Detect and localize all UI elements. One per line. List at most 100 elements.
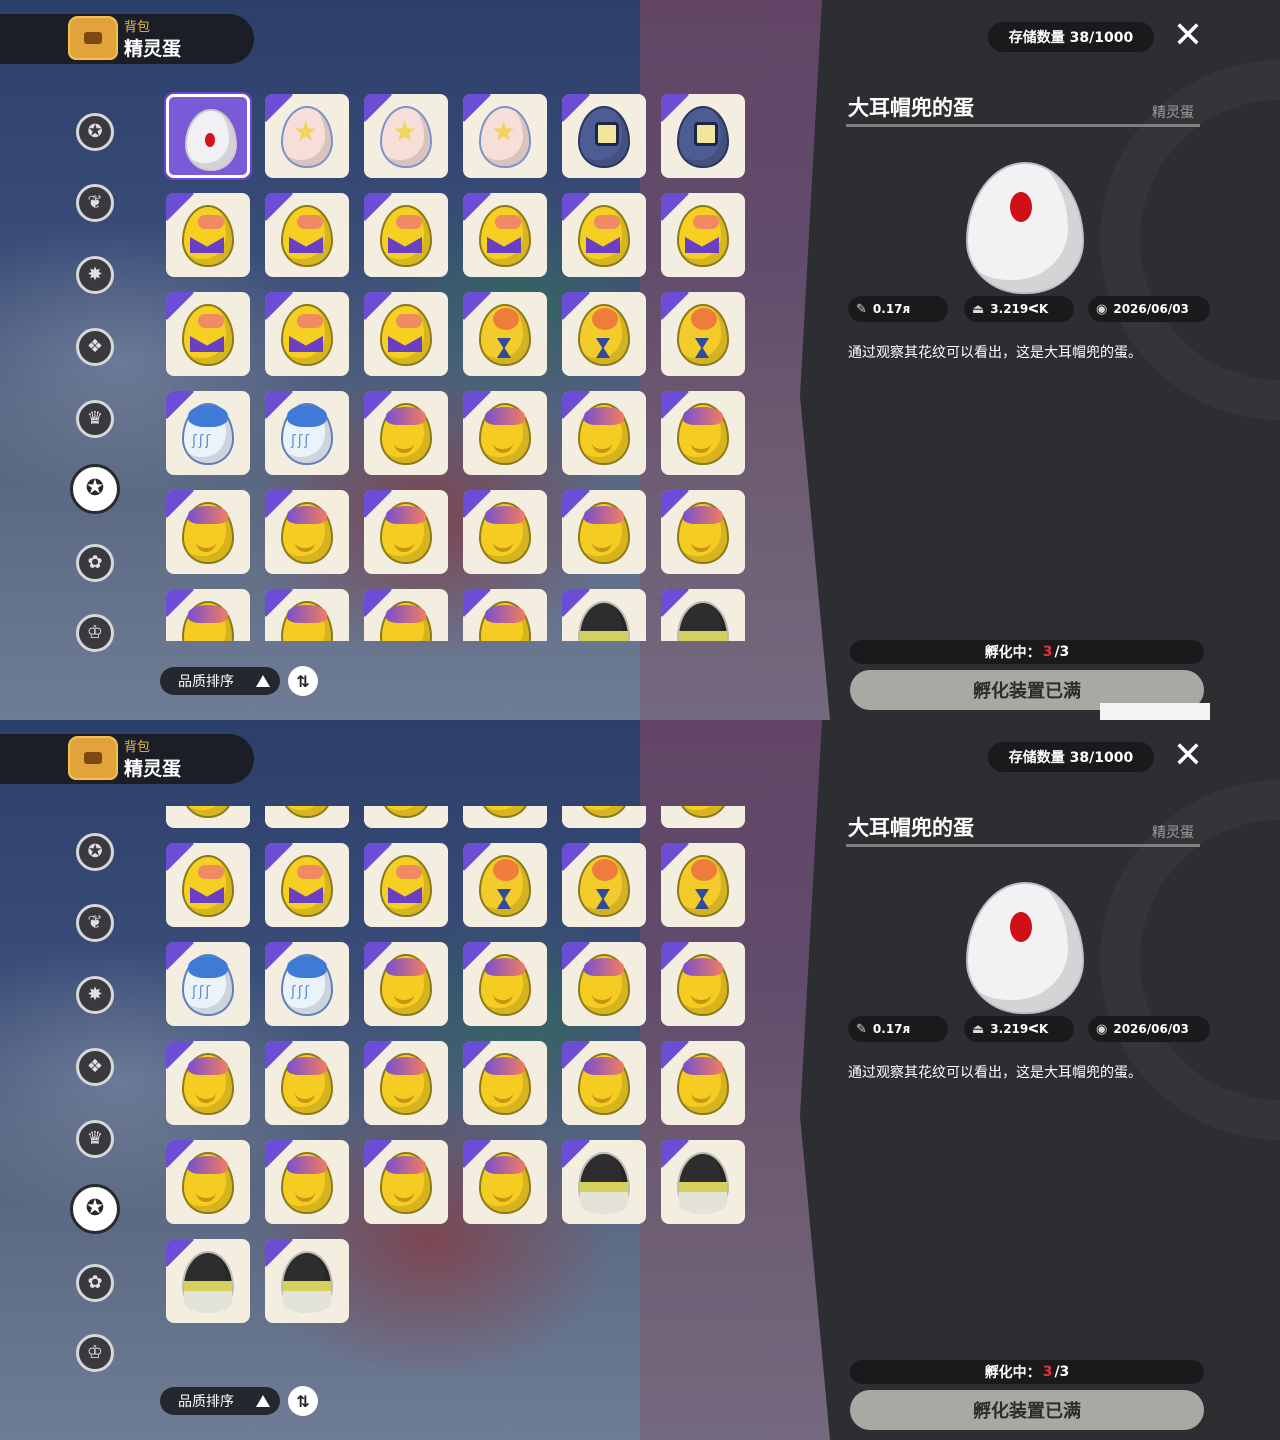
egg-slot[interactable] — [265, 942, 349, 1026]
weight-stat: ⏏ 3.219ᐸK — [964, 296, 1074, 322]
egg-slot[interactable] — [463, 391, 547, 475]
category-star-badge-icon[interactable]: ✪ — [76, 833, 114, 871]
category-outfit-icon[interactable]: ♔ — [76, 1334, 114, 1372]
egg-slot[interactable] — [562, 193, 646, 277]
egg-slot[interactable] — [661, 292, 745, 376]
sort-quality-button[interactable]: 品质排序 — [160, 667, 280, 695]
egg-slot[interactable] — [661, 1140, 745, 1224]
egg-slot[interactable] — [364, 589, 448, 641]
egg-slot[interactable] — [166, 942, 250, 1026]
egg-slot[interactable] — [364, 391, 448, 475]
egg-slot[interactable] — [265, 1239, 349, 1323]
orange-egg-icon — [380, 954, 432, 1016]
egg-slot[interactable] — [166, 806, 250, 828]
egg-slot[interactable] — [265, 1041, 349, 1125]
egg-slot[interactable] — [562, 843, 646, 927]
egg-slot[interactable] — [661, 94, 745, 178]
egg-slot[interactable] — [562, 94, 646, 178]
egg-slot[interactable] — [661, 843, 745, 927]
sort-order-toggle-icon[interactable]: ⇅ — [288, 666, 318, 696]
egg-slot[interactable] — [463, 292, 547, 376]
egg-slot[interactable] — [562, 589, 646, 641]
egg-slot[interactable] — [463, 1041, 547, 1125]
egg-slot[interactable] — [661, 589, 745, 641]
category-leaf-icon[interactable]: ❦ — [76, 184, 114, 222]
egg-slot[interactable] — [265, 292, 349, 376]
egg-slot[interactable] — [661, 490, 745, 574]
egg-slot[interactable] — [562, 942, 646, 1026]
egg-slot[interactable] — [364, 806, 448, 828]
egg-slot[interactable] — [364, 490, 448, 574]
egg-slot[interactable] — [166, 1041, 250, 1125]
egg-slot[interactable] — [265, 843, 349, 927]
egg-slot[interactable] — [463, 94, 547, 178]
sort-order-toggle-icon[interactable]: ⇅ — [288, 1386, 318, 1416]
egg-slot[interactable] — [364, 292, 448, 376]
category-map-scroll-icon[interactable]: ♛ — [76, 1120, 114, 1158]
category-sparkle-icon[interactable]: ✸ — [76, 976, 114, 1014]
egg-slot[interactable] — [265, 193, 349, 277]
purple-egg-icon — [182, 205, 234, 267]
egg-slot[interactable] — [364, 94, 448, 178]
egg-slot[interactable] — [364, 1140, 448, 1224]
egg-slot[interactable] — [562, 806, 646, 828]
egg-slot[interactable] — [364, 942, 448, 1026]
orange-egg-icon — [380, 1152, 432, 1214]
egg-slot[interactable] — [463, 193, 547, 277]
orange-egg-icon — [677, 403, 729, 465]
egg-slot[interactable] — [166, 193, 250, 277]
category-acorn-icon[interactable]: ✿ — [76, 544, 114, 582]
egg-slot[interactable] — [463, 942, 547, 1026]
egg-slot[interactable] — [562, 1041, 646, 1125]
sort-quality-button[interactable]: 品质排序 — [160, 1387, 280, 1415]
egg-slot[interactable] — [166, 589, 250, 641]
category-star-badge-icon[interactable]: ✪ — [76, 113, 114, 151]
egg-slot[interactable] — [661, 391, 745, 475]
purple-egg-icon — [281, 205, 333, 267]
category-map-scroll-icon[interactable]: ♛ — [76, 400, 114, 438]
egg-slot[interactable] — [166, 490, 250, 574]
navy-egg-icon — [578, 106, 630, 168]
egg-slot[interactable] — [661, 1041, 745, 1125]
close-icon[interactable]: ✕ — [1168, 736, 1208, 776]
egg-slot[interactable] — [265, 391, 349, 475]
egg-slot[interactable] — [166, 94, 250, 178]
close-icon[interactable]: ✕ — [1168, 16, 1208, 56]
egg-slot[interactable] — [562, 292, 646, 376]
egg-slot[interactable] — [166, 292, 250, 376]
category-outfit-icon[interactable]: ♔ — [76, 614, 114, 652]
category-sparkle-icon[interactable]: ✸ — [76, 256, 114, 294]
category-egg-icon[interactable]: ✪ — [70, 464, 120, 514]
egg-slot[interactable] — [661, 942, 745, 1026]
egg-slot[interactable] — [265, 589, 349, 641]
egg-slot[interactable] — [463, 490, 547, 574]
egg-slot[interactable] — [265, 490, 349, 574]
category-egg-icon[interactable]: ✪ — [70, 1184, 120, 1234]
egg-slot[interactable] — [166, 843, 250, 927]
egg-slot[interactable] — [463, 1140, 547, 1224]
egg-slot[interactable] — [661, 806, 745, 828]
egg-slot[interactable] — [661, 193, 745, 277]
egg-slot[interactable] — [166, 1140, 250, 1224]
egg-slot[interactable] — [463, 806, 547, 828]
category-cards-icon[interactable]: ❖ — [76, 328, 114, 366]
egg-slot[interactable] — [364, 843, 448, 927]
egg-slot[interactable] — [463, 589, 547, 641]
incubator-full-button[interactable]: 孵化装置已满 — [850, 1390, 1204, 1430]
category-leaf-icon[interactable]: ❦ — [76, 904, 114, 942]
egg-slot[interactable] — [562, 490, 646, 574]
egg-slot[interactable] — [364, 193, 448, 277]
egg-slot[interactable] — [265, 94, 349, 178]
category-cards-icon[interactable]: ❖ — [76, 1048, 114, 1086]
egg-slot[interactable] — [463, 843, 547, 927]
egg-slot[interactable] — [364, 1041, 448, 1125]
egg-slot[interactable] — [265, 1140, 349, 1224]
egg-slot[interactable] — [265, 806, 349, 828]
egg-slot[interactable] — [562, 391, 646, 475]
egg-slot[interactable] — [562, 1140, 646, 1224]
black-egg-icon — [578, 601, 630, 641]
egg-slot[interactable] — [166, 391, 250, 475]
inventory-screen-1: 背包 精灵蛋 品质排序 ⇅ 存储数量 38/1000 ✕ 大耳帽兜的蛋 精灵蛋 … — [0, 0, 1280, 720]
category-acorn-icon[interactable]: ✿ — [76, 1264, 114, 1302]
egg-slot[interactable] — [166, 1239, 250, 1323]
